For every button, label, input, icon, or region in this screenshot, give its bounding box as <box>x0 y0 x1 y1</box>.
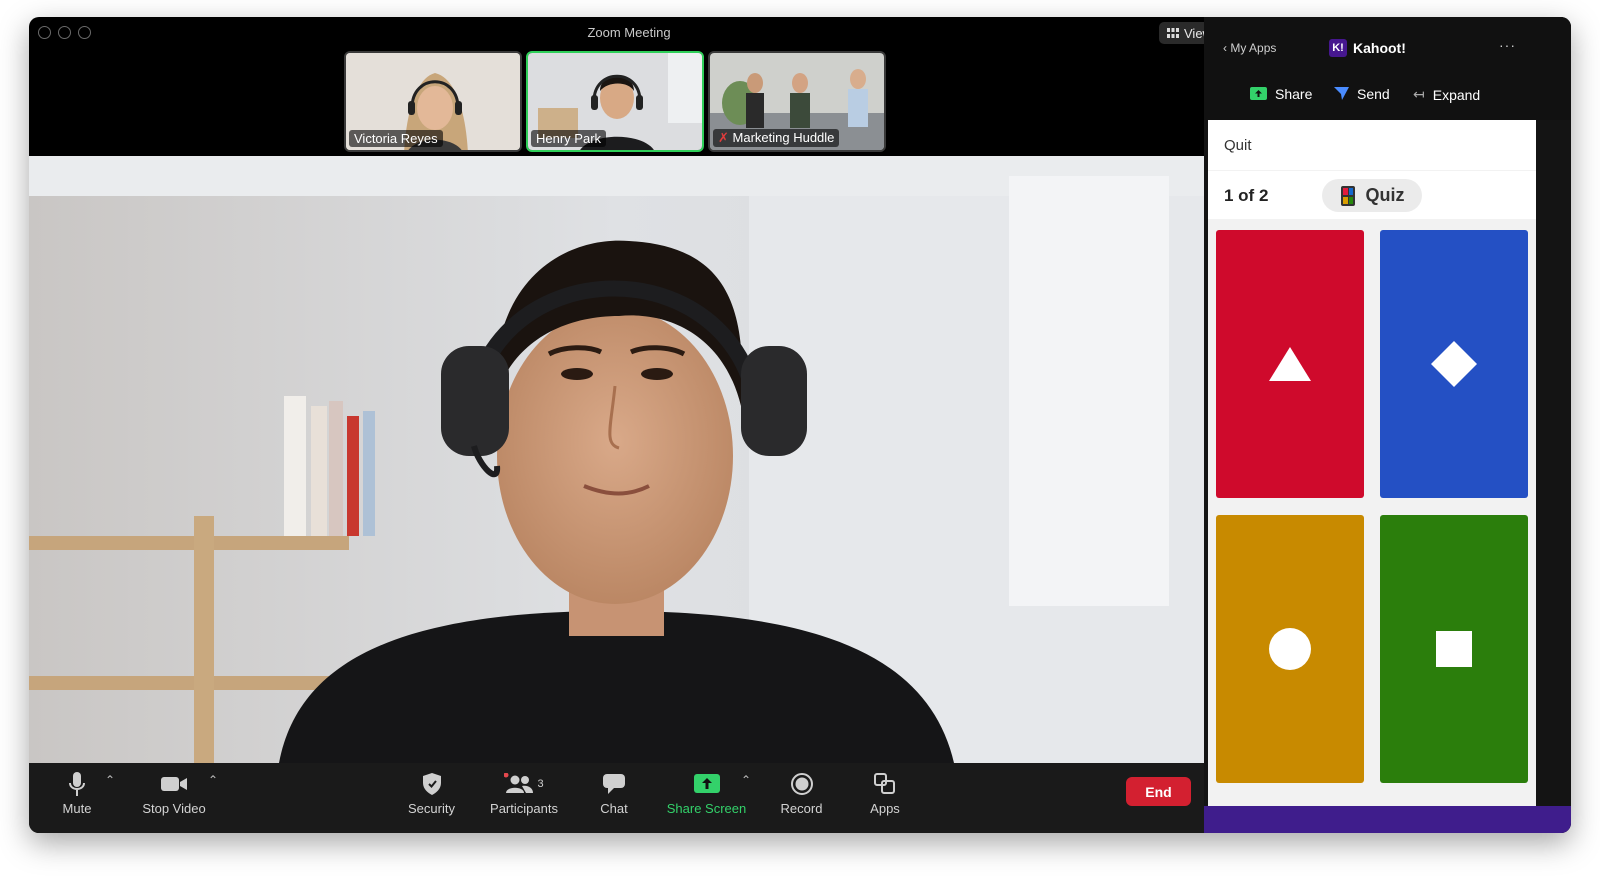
panel-header: ‹ My Apps K! Kahoot! ··· Share Send ↤ Ex… <box>1204 17 1571 120</box>
mute-button[interactable]: Mute <box>57 767 97 816</box>
my-apps-back-link[interactable]: ‹ My Apps <box>1223 41 1276 55</box>
question-progress: 1 of 2 <box>1224 186 1269 205</box>
app-name: Kahoot! <box>1353 40 1406 56</box>
answer-circle-button[interactable] <box>1216 515 1364 783</box>
panel-footer-strip <box>1204 806 1571 833</box>
quiz-mode-badge: Quiz <box>1322 179 1422 212</box>
zoom-window: Zoom Meeting View Victoria Reyes Henry P… <box>29 17 1571 833</box>
expand-icon: ↤ <box>1413 86 1425 102</box>
share-screen-label: Share Screen <box>666 801 747 816</box>
apps-button[interactable]: Apps <box>865 767 905 816</box>
my-apps-label: My Apps <box>1230 41 1277 55</box>
send-label: Send <box>1357 86 1390 102</box>
participant-tile-victoria[interactable]: Victoria Reyes <box>344 51 522 152</box>
quiz-icon <box>1340 185 1355 206</box>
security-label: Security <box>408 801 455 816</box>
mute-label: Mute <box>62 801 92 816</box>
app-title: K! Kahoot! <box>1329 39 1406 57</box>
chat-label: Chat <box>600 801 628 816</box>
video-camera-icon <box>161 777 187 791</box>
participant-tile-marketing[interactable]: ✗ Marketing Huddle <box>708 51 886 152</box>
stop-video-label: Stop Video <box>142 801 206 816</box>
circle-icon <box>1269 628 1311 670</box>
expand-label: Expand <box>1432 86 1481 103</box>
question-header: 1 of 2 Quiz <box>1208 171 1536 219</box>
square-icon <box>1436 631 1472 667</box>
chat-bubble-icon <box>603 774 625 794</box>
share-screen-icon <box>693 774 720 793</box>
record-icon <box>790 773 813 795</box>
meeting-toolbar: Mute ⌃ Stop Video ⌃ Security 3 Participa… <box>29 763 1204 833</box>
answer-square-button[interactable] <box>1380 515 1528 783</box>
panel-expand-button[interactable]: ↤ Expand <box>1413 86 1480 103</box>
diamond-icon <box>1431 341 1477 387</box>
send-icon <box>1334 87 1349 100</box>
title-bar: Zoom Meeting View <box>29 17 1229 47</box>
record-label: Record <box>780 801 823 816</box>
participant-name: Henry Park <box>531 130 607 147</box>
apps-icon <box>874 773 895 794</box>
participant-name: ✗ Marketing Huddle <box>713 129 840 147</box>
quit-link[interactable]: Quit <box>1208 120 1536 170</box>
microphone-icon <box>69 772 85 796</box>
participant-name-text: Marketing Huddle <box>732 130 835 145</box>
quiz-mode-label: Quiz <box>1365 185 1405 205</box>
shield-icon <box>422 773 441 795</box>
end-meeting-button[interactable]: End <box>1126 777 1191 806</box>
speaker-video-frame <box>29 156 1204 763</box>
video-options-caret-icon[interactable]: ⌃ <box>208 773 218 787</box>
answer-triangle-button[interactable] <box>1216 230 1364 498</box>
share-screen-button[interactable]: Share Screen <box>664 767 749 816</box>
participants-count: 3 <box>537 778 544 790</box>
panel-send-button[interactable]: Send <box>1334 86 1390 102</box>
window-title: Zoom Meeting <box>587 25 671 40</box>
security-button[interactable]: Security <box>404 767 459 816</box>
muted-mic-icon: ✗ <box>718 130 733 145</box>
participants-button[interactable]: 3 Participants <box>484 767 564 816</box>
kahoot-logo-icon: K! <box>1329 39 1347 57</box>
answer-diamond-button[interactable] <box>1380 230 1528 498</box>
main-speaker-video <box>29 156 1204 763</box>
triangle-icon <box>1269 347 1311 381</box>
kahoot-game-view: Quit 1 of 2 Quiz <box>1208 120 1536 806</box>
stop-video-button[interactable]: Stop Video <box>139 767 209 816</box>
share-icon <box>1250 87 1267 100</box>
apps-label: Apps <box>870 801 900 816</box>
apps-side-panel: ‹ My Apps K! Kahoot! ··· Share Send ↤ Ex… <box>1204 17 1571 833</box>
panel-share-button[interactable]: Share <box>1250 86 1312 102</box>
participants-icon <box>504 773 534 793</box>
audio-options-caret-icon[interactable]: ⌃ <box>105 773 115 787</box>
chat-button[interactable]: Chat <box>594 767 634 816</box>
record-button[interactable]: Record <box>779 767 824 816</box>
participant-name: Victoria Reyes <box>349 130 443 147</box>
participants-label: Participants <box>490 801 558 816</box>
participant-tile-henry[interactable]: Henry Park <box>526 51 704 152</box>
share-label: Share <box>1275 86 1313 102</box>
share-options-caret-icon[interactable]: ⌃ <box>741 773 751 787</box>
more-options-icon[interactable]: ··· <box>1499 37 1516 53</box>
grid-icon <box>1167 28 1179 38</box>
